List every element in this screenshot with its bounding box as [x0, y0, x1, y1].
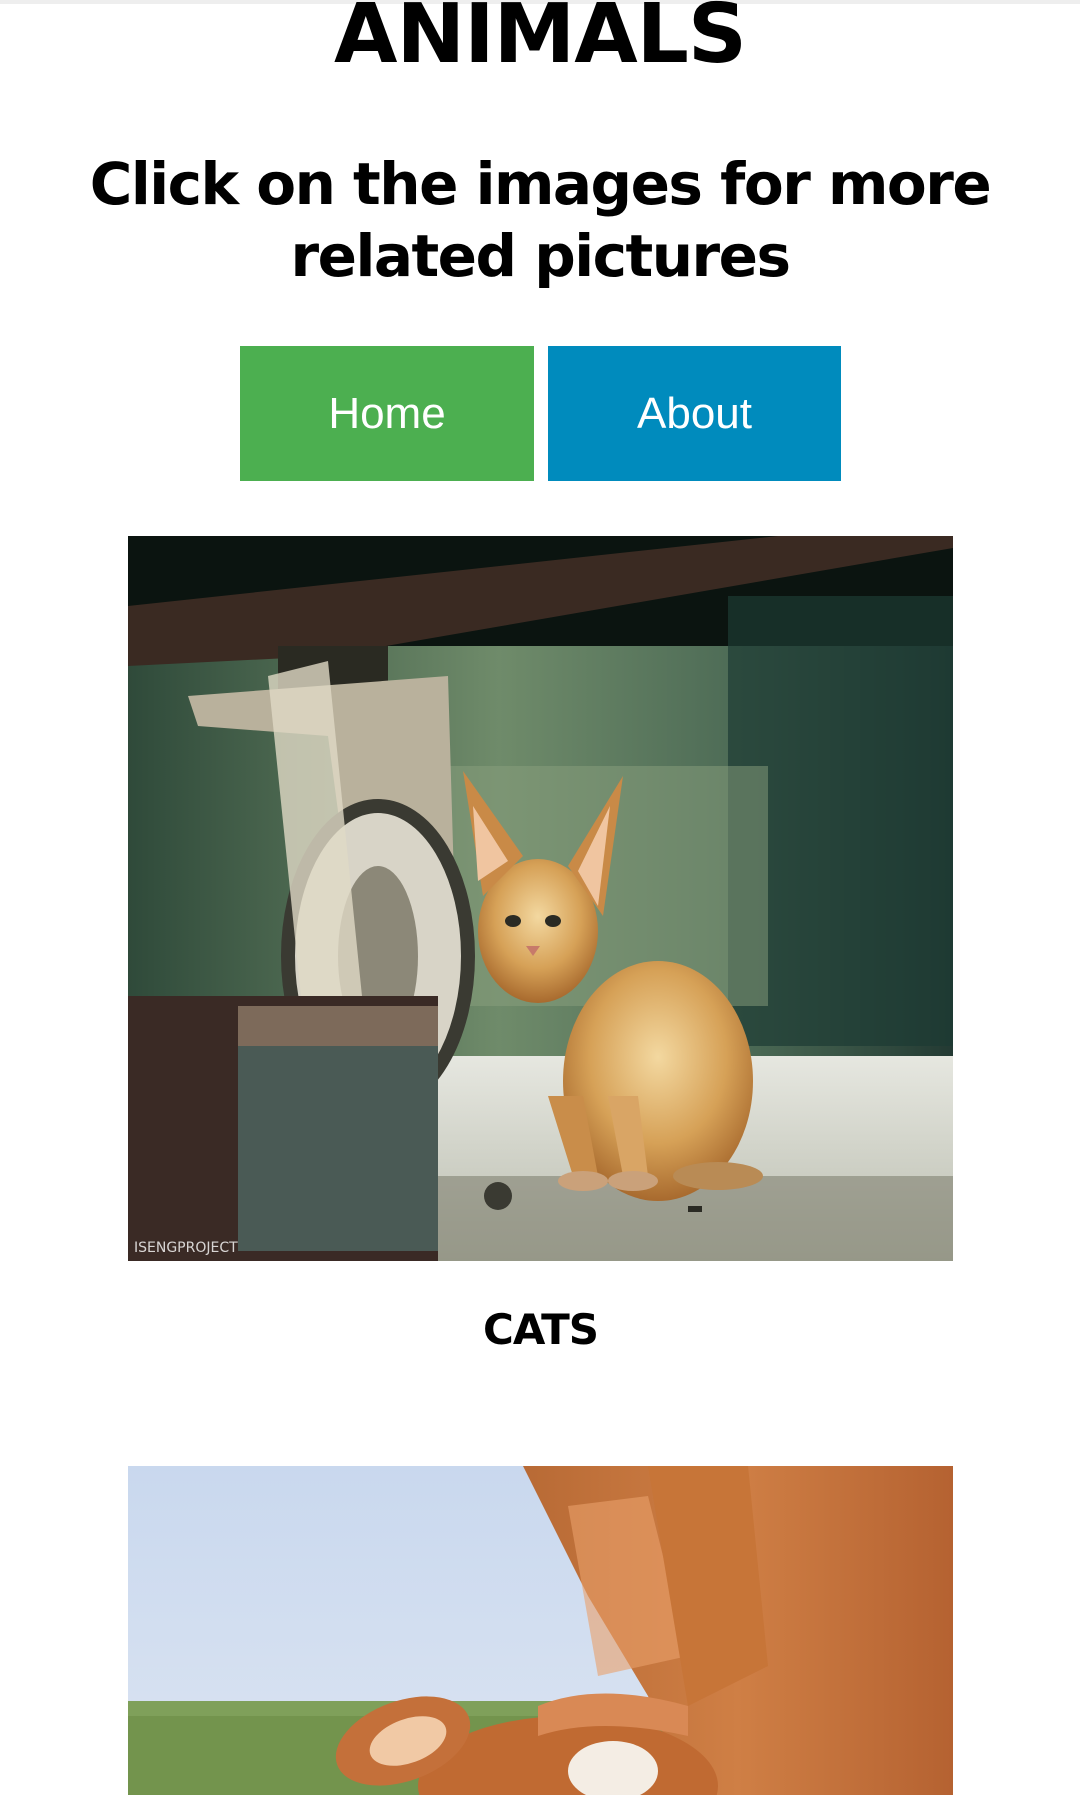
photo-watermark: ISENGPROJECT: [134, 1240, 238, 1256]
about-button[interactable]: About: [548, 346, 841, 481]
cow-photo: [128, 1466, 953, 1795]
page-title: ANIMALS: [334, 0, 747, 82]
cats-image-link[interactable]: ISENGPROJECT: [128, 536, 953, 1261]
cats-caption: CATS: [483, 1305, 599, 1354]
page-subtitle: Click on the images for more related pic…: [89, 150, 992, 290]
cow-image-link[interactable]: [128, 1466, 953, 1795]
home-button[interactable]: Home: [240, 346, 534, 481]
kitten-photo: ISENGPROJECT: [128, 536, 953, 1261]
